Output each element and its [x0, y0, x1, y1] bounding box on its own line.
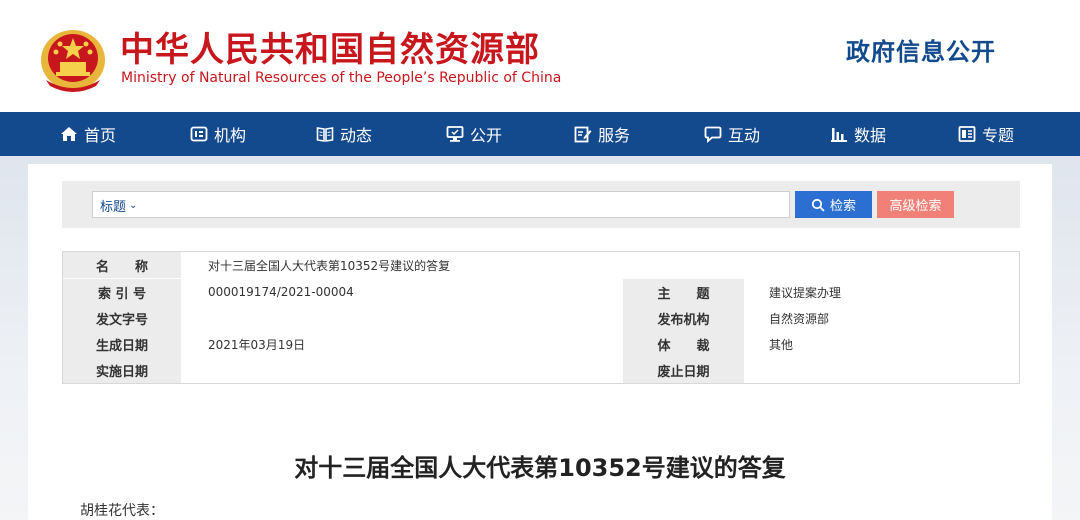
nav-item-label: 服务 — [598, 126, 631, 145]
meta-label: 实施日期 — [63, 357, 181, 383]
nav-item-service[interactable]: 服务 — [574, 112, 630, 156]
nav-item-interact[interactable]: 互动 — [704, 112, 760, 156]
advanced-search-label: 高级检索 — [889, 199, 942, 214]
meta-label: 名 称 — [63, 252, 181, 278]
home-icon — [61, 127, 77, 141]
chevron-down-icon: ⌄ — [129, 200, 138, 211]
search-input[interactable] — [146, 192, 786, 217]
meta-value-index: 000019174/2021-00004 — [208, 285, 354, 299]
national-emblem-icon — [41, 30, 105, 92]
nav-item-label: 首页 — [84, 126, 117, 145]
article-title: 对十三届全国人大代表第10352号建议的答复 — [294, 454, 786, 482]
nav-item-label: 机构 — [214, 126, 247, 145]
book-icon — [316, 127, 334, 142]
nav-item-open[interactable]: 公开 — [446, 112, 502, 156]
nav-item-label: 动态 — [340, 126, 373, 145]
chat-icon — [704, 126, 722, 143]
document-metadata-table: 名 称 对十三届全国人大代表第10352号建议的答复 索 引 号 0000191… — [62, 251, 1020, 384]
meta-value-effective — [208, 357, 628, 383]
nav-item-label: 数据 — [854, 126, 887, 145]
meta-label: 索 引 号 — [63, 279, 181, 305]
meta-value-expire — [769, 357, 1009, 383]
search-button-label: 检索 — [829, 199, 856, 214]
meta-row-index: 索 引 号 000019174/2021-00004 主 题 建议提案办理 — [63, 279, 1019, 305]
nav-item-label: 专题 — [982, 126, 1015, 145]
meta-row-created: 生成日期 2021年03月19日 体 裁 其他 — [63, 331, 1019, 357]
search-category-dropdown[interactable]: 标题 ⌄ — [100, 196, 137, 215]
nav-item-data[interactable]: 数据 — [830, 112, 886, 156]
nav-item-topics[interactable]: 专题 — [958, 112, 1014, 156]
meta-row-effective: 实施日期 废止日期 — [63, 357, 1019, 383]
search-icon — [811, 198, 825, 212]
search-category-label: 标题 — [100, 200, 127, 215]
advanced-search-button[interactable]: 高级检索 — [877, 191, 954, 218]
edit-icon — [574, 126, 592, 143]
nav-item-label: 公开 — [470, 126, 503, 145]
meta-label: 主 题 — [623, 279, 744, 305]
meta-value-created: 2021年03月19日 — [208, 337, 306, 352]
meta-label: 体 裁 — [623, 331, 744, 357]
meta-value-doc-no — [208, 305, 628, 331]
topic-icon — [958, 126, 976, 142]
bar-chart-icon — [831, 128, 847, 142]
meta-label: 发布机构 — [623, 305, 744, 331]
search-button[interactable]: 检索 — [795, 191, 872, 218]
meta-row-doc-no: 发文字号 发布机构 自然资源部 — [63, 305, 1019, 331]
meta-value-issuer: 自然资源部 — [769, 311, 830, 326]
meta-value-name: 对十三届全国人大代表第10352号建议的答复 — [208, 258, 451, 273]
site-title-en: Ministry of Natural Resources of the Peo… — [121, 70, 562, 86]
meta-value-genre: 其他 — [769, 337, 794, 352]
main-nav: 首页 机构 动态 公开 服务 互动 数据 专题 — [0, 112, 1080, 156]
site-title-cn[interactable]: 中华人民共和国自然资源部 — [120, 22, 540, 71]
article-greeting: 胡桂花代表： — [80, 503, 164, 519]
nav-item-news[interactable]: 动态 — [316, 112, 372, 156]
nav-item-organization[interactable]: 机构 — [190, 112, 246, 156]
meta-label: 废止日期 — [623, 357, 744, 383]
site-header: 中华人民共和国自然资源部 Ministry of Natural Resourc… — [0, 0, 1080, 112]
meta-row-name: 名 称 对十三届全国人大代表第10352号建议的答复 — [63, 252, 1019, 278]
organization-icon — [190, 126, 208, 142]
meta-value-subject: 建议提案办理 — [769, 285, 842, 300]
gov-info-open-title[interactable]: 政府信息公开 — [846, 32, 996, 67]
nav-item-home[interactable]: 首页 — [60, 112, 116, 156]
monitor-icon — [446, 126, 464, 142]
meta-label: 发文字号 — [63, 305, 181, 331]
meta-label: 生成日期 — [63, 331, 181, 357]
nav-item-label: 互动 — [728, 126, 761, 145]
